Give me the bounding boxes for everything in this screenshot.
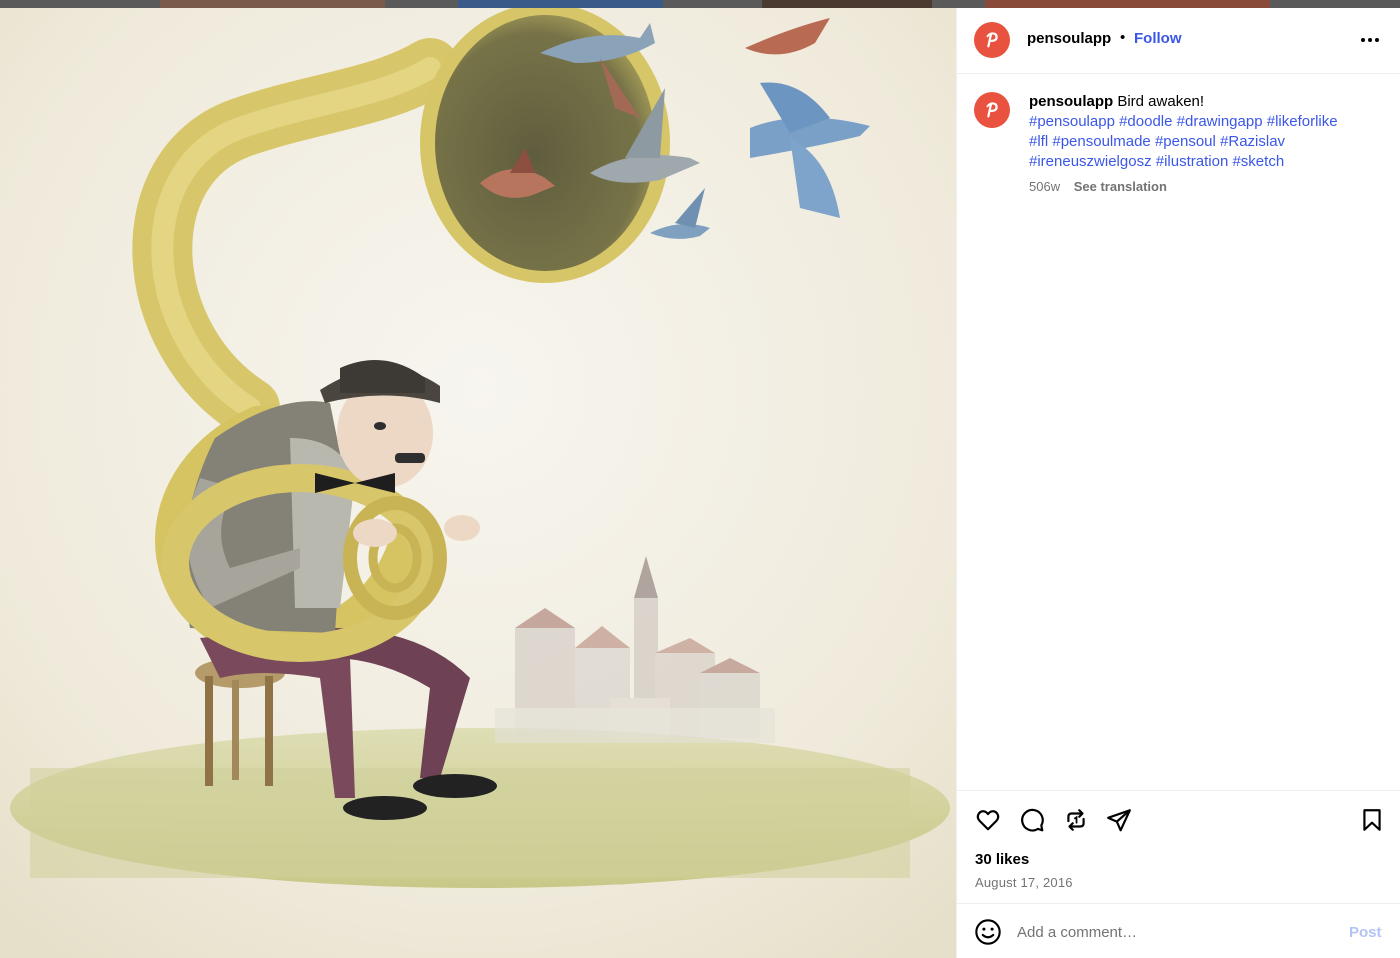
comment-icon xyxy=(1021,808,1044,832)
share-button[interactable] xyxy=(1104,805,1134,835)
repost-icon xyxy=(1067,809,1085,831)
hashtag-link[interactable]: #lfl xyxy=(1029,133,1048,150)
comment-bar: Post xyxy=(957,903,1400,958)
post-age: 506w xyxy=(1029,179,1061,194)
comment-button[interactable] xyxy=(1017,805,1047,835)
background-thumbnail xyxy=(985,0,1270,8)
username-link[interactable]: pensoulapp xyxy=(1027,30,1111,47)
separator-dot: • xyxy=(1120,29,1126,46)
hashtag-link[interactable]: #doodle xyxy=(1119,113,1172,130)
hashtag-link[interactable]: #likeforlike xyxy=(1267,113,1338,130)
post-header: pensoulapp • Follow xyxy=(957,8,1400,74)
caption-section: pensoulapp Bird awaken! #pensoulapp #doo… xyxy=(957,74,1400,790)
background-thumbnail xyxy=(762,0,932,8)
hashtag-link[interactable]: #pensoulmade xyxy=(1052,133,1150,150)
caption-username-link[interactable]: pensoulapp xyxy=(1029,93,1113,110)
caption-text: pensoulapp Bird awaken! #pensoulapp #doo… xyxy=(1029,92,1379,172)
hashtag-link[interactable]: #pensoul xyxy=(1155,133,1216,150)
background-strip xyxy=(0,0,1400,8)
like-button[interactable] xyxy=(973,805,1003,835)
bookmark-icon xyxy=(1363,809,1381,831)
hashtag-link[interactable]: #pensoulapp xyxy=(1029,113,1115,130)
hashtag-link[interactable]: #drawingapp xyxy=(1177,113,1263,130)
post-comment-button[interactable]: Post xyxy=(1349,924,1382,941)
illustration-tuba-player xyxy=(0,8,956,958)
background-thumbnail xyxy=(458,0,663,8)
heart-icon xyxy=(976,810,1000,831)
hashtag-link[interactable]: #sketch xyxy=(1232,153,1284,170)
hashtag-link[interactable]: #ireneuszwielgosz xyxy=(1029,153,1152,170)
avatar[interactable] xyxy=(974,92,1010,128)
caption-body: Bird awaken! xyxy=(1117,93,1205,110)
emoji-icon[interactable] xyxy=(974,918,1002,946)
share-icon xyxy=(1107,809,1131,832)
pensoul-logo-icon xyxy=(986,32,998,48)
repost-button[interactable] xyxy=(1061,805,1091,835)
post-date: August 17, 2016 xyxy=(975,875,1073,890)
post-sidebar: pensoulapp • Follow pensoulapp Bird awak… xyxy=(956,8,1400,958)
more-horizontal-icon xyxy=(1361,38,1379,42)
hashtag-link[interactable]: #Razislav xyxy=(1220,133,1285,150)
follow-button[interactable]: Follow xyxy=(1134,30,1182,47)
background-thumbnail xyxy=(160,0,385,8)
likes-count[interactable]: 30 likes xyxy=(975,851,1029,868)
save-button[interactable] xyxy=(1357,805,1387,835)
post-image[interactable] xyxy=(0,8,956,958)
action-bar: 30 likes August 17, 2016 xyxy=(957,790,1400,902)
avatar[interactable] xyxy=(974,22,1010,58)
see-translation-button[interactable]: See translation xyxy=(1074,179,1167,194)
comment-input[interactable] xyxy=(1017,918,1327,946)
hashtag-link[interactable]: #ilustration xyxy=(1156,153,1229,170)
pensoul-logo-icon xyxy=(986,102,998,118)
more-options-button[interactable] xyxy=(1357,30,1383,50)
caption-meta: 506w See translation xyxy=(1029,179,1167,194)
